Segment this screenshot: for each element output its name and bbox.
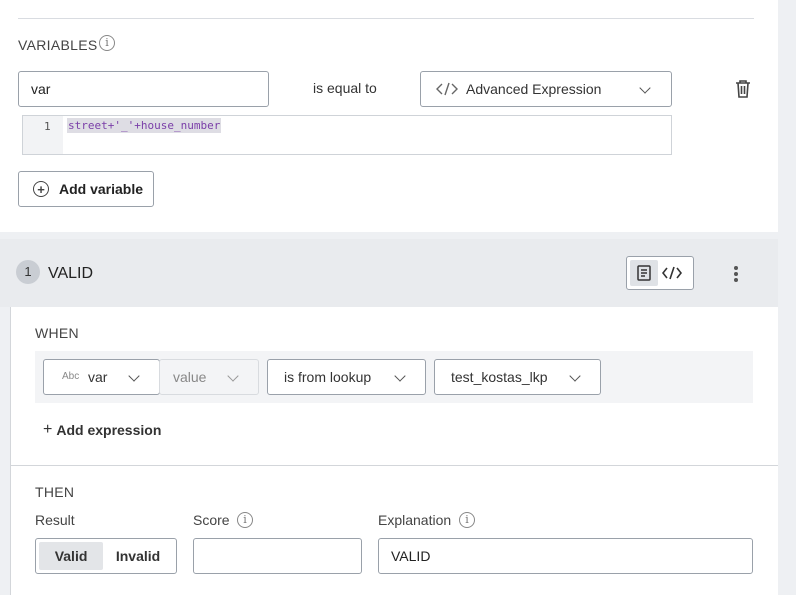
plus-icon: +: [43, 421, 53, 438]
result-label: Result: [35, 512, 75, 528]
explanation-label: Explanation: [378, 512, 452, 528]
condition-lookup-value: test_kostas_lkp: [451, 369, 548, 385]
trash-icon[interactable]: [734, 79, 752, 104]
explanation-value: VALID: [391, 548, 431, 564]
expression-editor[interactable]: 1 street+'_'+house_number: [22, 115, 672, 155]
condition-property-value: value: [173, 369, 207, 385]
info-icon[interactable]: i: [237, 512, 253, 528]
when-label: WHEN: [35, 325, 79, 341]
condition-field-value: var: [88, 369, 108, 385]
chevron-down-icon: [639, 82, 651, 94]
info-icon[interactable]: i: [459, 512, 475, 528]
variable-operator-label: is equal to: [313, 80, 377, 96]
form-icon: [637, 265, 651, 281]
code-view-button[interactable]: [658, 260, 686, 286]
info-icon[interactable]: i: [99, 35, 115, 51]
score-input[interactable]: [193, 538, 362, 574]
form-view-button[interactable]: [630, 260, 658, 286]
then-label: THEN: [35, 484, 75, 500]
view-toggle: [626, 256, 694, 290]
expression-code[interactable]: street+'_'+house_number: [67, 118, 222, 133]
add-expression-button[interactable]: + Add expression: [43, 421, 161, 439]
divider: [18, 18, 754, 19]
explanation-input[interactable]: VALID: [378, 538, 753, 574]
condition-property-select[interactable]: value: [159, 359, 259, 395]
variable-type-select[interactable]: Advanced Expression: [420, 71, 672, 107]
divider: [10, 465, 778, 466]
more-vertical-icon[interactable]: [734, 264, 738, 284]
editor-gutter: 1: [23, 116, 63, 154]
add-expression-label: Add expression: [56, 422, 162, 438]
condition-lookup-select[interactable]: test_kostas_lkp: [434, 359, 601, 395]
code-icon: [436, 82, 458, 99]
chevron-down-icon: [394, 370, 406, 382]
condition-operator-select[interactable]: is from lookup: [267, 359, 426, 395]
variable-name-input[interactable]: var: [18, 71, 269, 107]
add-variable-label: Add variable: [59, 181, 144, 197]
result-segmented-control: Valid Invalid: [35, 538, 177, 574]
condition-field-select[interactable]: Abc var: [43, 359, 160, 395]
variable-name-value: var: [31, 81, 51, 97]
code-icon: [662, 266, 682, 280]
variables-title: VARIABLES: [18, 37, 98, 53]
result-valid-option[interactable]: Valid: [39, 542, 104, 570]
condition-operator-value: is from lookup: [284, 369, 372, 385]
score-label: Score: [193, 512, 230, 528]
add-variable-button[interactable]: + Add variable: [18, 171, 154, 207]
add-circle-icon: +: [33, 181, 49, 197]
result-invalid-option[interactable]: Invalid: [103, 542, 173, 570]
chevron-down-icon: [569, 370, 581, 382]
rule-title: VALID: [48, 265, 94, 282]
variable-type-value: Advanced Expression: [466, 81, 602, 97]
chevron-down-icon: [227, 370, 239, 382]
line-number: 1: [44, 120, 51, 133]
rule-number-badge: 1: [16, 260, 40, 284]
chevron-down-icon: [128, 370, 140, 382]
text-type-badge: Abc: [62, 371, 80, 382]
